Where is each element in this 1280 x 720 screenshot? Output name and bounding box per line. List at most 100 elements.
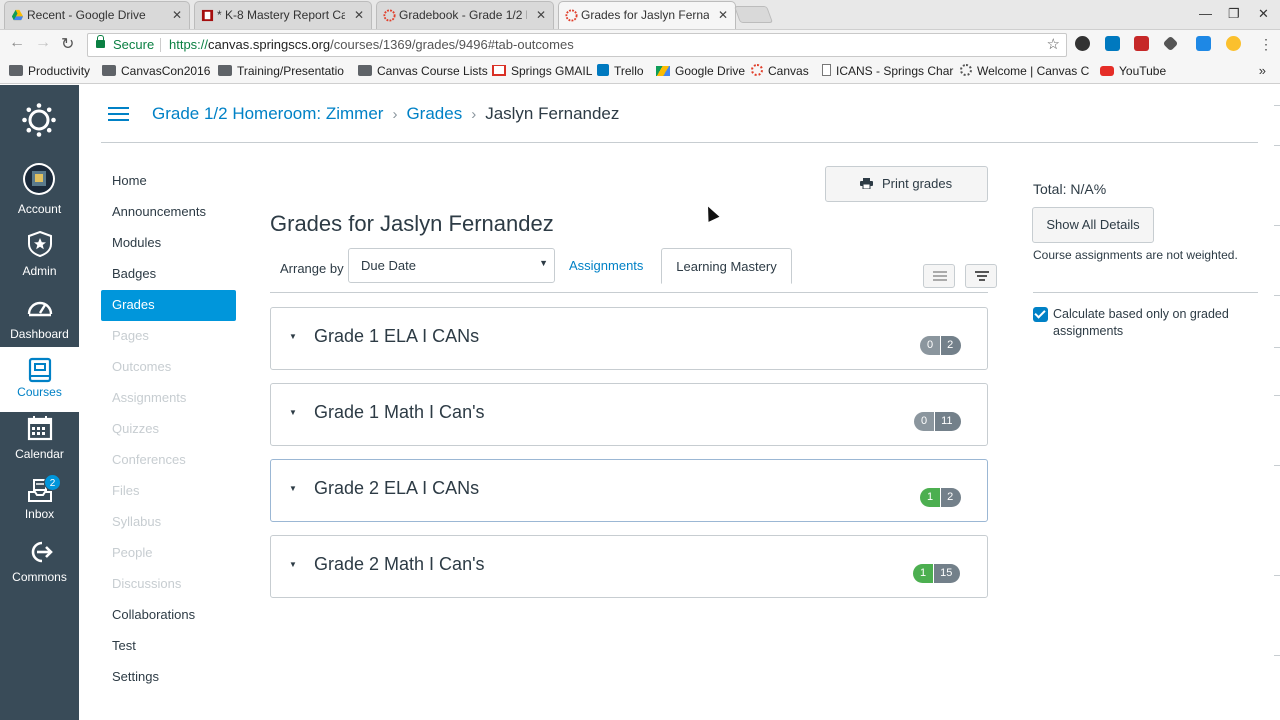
bookmark-item[interactable]: Productivity (9, 64, 90, 78)
menu-dots-icon[interactable]: ⋮ (1259, 36, 1273, 53)
course-nav-home[interactable]: Home (101, 166, 236, 197)
show-all-details-button[interactable]: Show All Details (1032, 207, 1154, 243)
back-icon[interactable]: ← (9, 34, 25, 52)
course-nav-people[interactable]: People (101, 538, 236, 569)
print-grades-button[interactable]: Print grades (825, 166, 988, 202)
bookmark-label: ICANS - Springs Char (836, 64, 954, 78)
browser-tab-gradebook[interactable]: Gradebook - Grade 1/2 H ✕ (376, 1, 554, 29)
outcome-group-title: Grade 2 ELA I CANs (314, 478, 480, 498)
outcome-group[interactable]: ▼ Grade 1 Math I Can's 0 11 (270, 383, 988, 446)
course-nav-discussions[interactable]: Discussions (101, 569, 236, 600)
trello-extension-icon[interactable] (1105, 36, 1120, 51)
canvas-icon (383, 9, 396, 22)
course-nav-assignments[interactable]: Assignments (101, 383, 236, 414)
bookmark-label: Springs GMAIL (511, 64, 593, 78)
canvas-icon (565, 9, 578, 22)
course-nav-test[interactable]: Test (101, 631, 236, 662)
global-nav-commons[interactable]: Commons (0, 539, 79, 599)
close-window-icon[interactable]: ✕ (1258, 6, 1269, 22)
outcome-group[interactable]: ▼ Grade 2 ELA I CANs 12 (270, 459, 988, 522)
expand-all-button[interactable] (923, 264, 955, 288)
extension-icon[interactable] (1134, 36, 1149, 51)
calculate-graded-only-checkbox[interactable] (1033, 307, 1048, 322)
global-nav-dashboard[interactable]: Dashboard (0, 295, 79, 355)
arrange-by-value: Due Date (361, 258, 416, 273)
browser-tab-bar: Recent - Google Drive ✕ * K-8 Mastery Re… (0, 0, 1280, 30)
course-nav-pages[interactable]: Pages (101, 321, 236, 352)
global-nav-inbox[interactable]: 2 Inbox (0, 474, 79, 537)
course-menu-toggle-icon[interactable] (108, 107, 129, 122)
print-grades-label: Print grades (882, 176, 953, 191)
course-nav-files[interactable]: Files (101, 476, 236, 507)
trello-icon (597, 64, 609, 76)
bookmark-item[interactable]: CanvasCon2016 (102, 64, 210, 78)
mouse-cursor-icon (702, 204, 720, 222)
browser-tab-label: Recent - Google Drive (27, 8, 146, 22)
breadcrumb-course-link[interactable]: Grade 1/2 Homeroom: Zimmer (152, 104, 383, 123)
canvas-logo-icon[interactable] (22, 103, 56, 137)
maximize-icon[interactable]: ❐ (1228, 6, 1240, 22)
course-nav-announcements[interactable]: Announcements (101, 197, 236, 228)
course-nav-syllabus[interactable]: Syllabus (101, 507, 236, 538)
close-icon[interactable]: ✕ (172, 2, 182, 29)
caret-down-icon[interactable]: ▼ (289, 408, 297, 417)
address-bar[interactable]: Secure https://canvas.springscs.org/cour… (87, 33, 1067, 57)
course-nav-modules[interactable]: Modules (101, 228, 236, 259)
global-nav-account[interactable]: Account (0, 162, 79, 222)
outcome-group-title: Grade 1 ELA I CANs (314, 326, 480, 346)
minimize-icon[interactable]: — (1199, 6, 1212, 21)
collapse-all-button[interactable] (965, 264, 997, 288)
global-nav-admin[interactable]: Admin (0, 231, 79, 291)
bookmark-item[interactable]: ICANS - Springs Char (822, 64, 953, 78)
browser-tab-label: * K-8 Mastery Report Ca (217, 8, 345, 22)
canvas-icon (751, 64, 763, 76)
bookmark-item[interactable]: YouTube (1100, 64, 1166, 78)
close-icon[interactable]: ✕ (536, 2, 546, 29)
breadcrumb: Grade 1/2 Homeroom: Zimmer › Grades › Jaslyn… (152, 104, 619, 125)
course-nav-grades[interactable]: Grades (101, 290, 236, 321)
course-nav-badges[interactable]: Badges (101, 259, 236, 290)
course-nav-conferences[interactable]: Conferences (101, 445, 236, 476)
course-nav-settings[interactable]: Settings (101, 662, 236, 693)
extension-icon[interactable] (1075, 36, 1090, 51)
breadcrumb-grades-link[interactable]: Grades (406, 104, 462, 123)
bookmark-item[interactable]: Training/Presentatio (218, 64, 344, 78)
close-icon[interactable]: ✕ (718, 2, 728, 29)
extension-icon[interactable] (1196, 36, 1211, 51)
browser-tab-mastery-report[interactable]: * K-8 Mastery Report Ca ✕ (194, 1, 372, 29)
close-icon[interactable]: ✕ (354, 2, 364, 29)
reload-icon[interactable]: ↻ (61, 34, 74, 54)
tab-assignments[interactable]: Assignments (569, 258, 643, 273)
global-nav-calendar[interactable]: Calendar (0, 415, 79, 475)
forward-icon[interactable]: → (35, 34, 51, 52)
arrange-by-select[interactable]: Due Date ▼ (348, 248, 555, 283)
browser-tab-grades-jaslyn[interactable]: Grades for Jaslyn Ferna ✕ (558, 1, 736, 29)
global-nav-courses[interactable]: Courses (0, 347, 79, 412)
outcome-group[interactable]: ▼ Grade 2 Math I Can's 1 15 (270, 535, 988, 598)
bookmark-item[interactable]: Canvas Course Lists (358, 64, 488, 78)
bookmark-item[interactable]: Trello (597, 64, 644, 78)
calculate-graded-only-label[interactable]: Calculate based only on graded assignmen… (1053, 306, 1253, 340)
bookmark-item[interactable]: Canvas (751, 64, 809, 78)
extension-icon[interactable] (1226, 36, 1241, 51)
course-nav-collaborations[interactable]: Collaborations (101, 600, 236, 631)
secure-label: Secure (113, 37, 155, 52)
tab-learning-mastery[interactable]: Learning Mastery (661, 248, 792, 284)
bookmark-item[interactable]: Welcome | Canvas C (960, 64, 1089, 78)
total-count: 11 (934, 412, 961, 431)
bookmark-item[interactable]: Springs GMAIL (492, 64, 592, 78)
caret-down-icon[interactable]: ▼ (289, 332, 297, 341)
course-nav-quizzes[interactable]: Quizzes (101, 414, 236, 445)
course-nav-outcomes[interactable]: Outcomes (101, 352, 236, 383)
caret-down-icon[interactable]: ▼ (289, 484, 297, 493)
bookmark-label: Welcome | Canvas C (977, 64, 1090, 78)
new-tab-button[interactable] (733, 6, 774, 23)
bookmark-star-icon[interactable]: ☆ (1047, 34, 1060, 56)
browser-tab-google-drive[interactable]: Recent - Google Drive ✕ (4, 1, 190, 29)
breadcrumb-separator: › (392, 106, 398, 123)
outcome-group[interactable]: ▼ Grade 1 ELA I CANs 02 (270, 307, 988, 370)
caret-down-icon[interactable]: ▼ (289, 560, 297, 569)
bookmark-item[interactable]: Google Drive (656, 64, 745, 78)
bookmarks-more-icon[interactable]: » (1259, 63, 1266, 78)
drive-icon (656, 66, 670, 76)
